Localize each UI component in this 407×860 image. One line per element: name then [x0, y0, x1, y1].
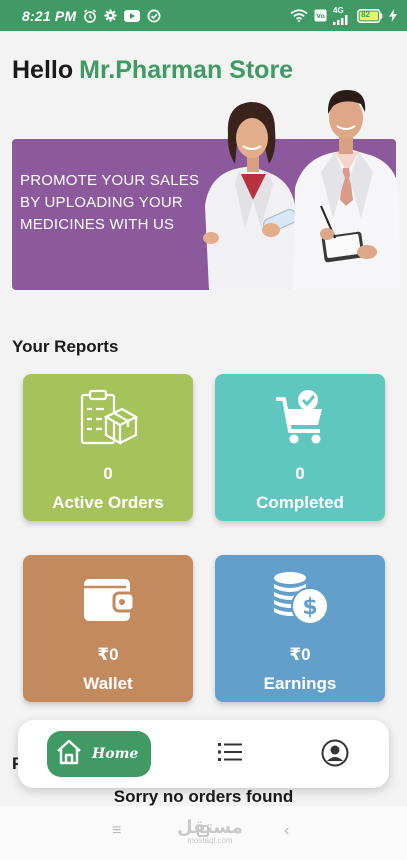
cart-check-icon	[274, 388, 326, 448]
earnings-card[interactable]: $ ₹0 Earnings	[215, 555, 385, 702]
promo-line-1: PROMOTE YOUR SALES	[20, 172, 200, 189]
earnings-label: Earnings	[263, 674, 337, 693]
status-bar: 8:21 PM Vo 4G 82	[0, 0, 407, 31]
signal-icon: 4G	[333, 5, 351, 25]
svg-text:$: $	[302, 595, 317, 620]
back-icon[interactable]: ‹	[284, 822, 289, 840]
volte-icon: Vo	[314, 9, 327, 22]
promo-banner-text: PROMOTE YOUR SALES BY UPLOADING YOUR MED…	[20, 170, 220, 236]
nav-home-button[interactable]: Home	[47, 731, 151, 777]
promo-line-3: MEDICINES WITH US	[20, 216, 175, 233]
battery-level: 82	[361, 10, 370, 19]
greeting-heading: Hello Mr.Pharman Store	[12, 56, 293, 85]
watermark: مستقل mostaql.com	[177, 818, 243, 846]
reports-title: Your Reports	[12, 337, 119, 356]
earnings-value: ₹0	[289, 645, 311, 664]
charging-icon	[389, 9, 397, 22]
alarm-icon	[83, 8, 97, 23]
clipboard-box-icon	[78, 388, 138, 448]
pharmacists-illustration	[203, 90, 400, 290]
home-icon	[56, 739, 82, 770]
gear-icon	[104, 9, 117, 22]
coins-dollar-icon: $	[270, 569, 330, 629]
empty-orders-message: Sorry no orders found	[113, 787, 294, 806]
app-screen: 8:21 PM Vo 4G 82 Hello Mr.Pharman Store …	[0, 0, 407, 860]
watermark-sub: mostaql.com	[187, 836, 233, 845]
data-saver-icon	[147, 9, 161, 23]
wallet-icon	[82, 569, 134, 629]
menu-icon[interactable]: ≡	[112, 822, 121, 840]
man-pharmacist	[293, 90, 400, 290]
greeting-text: Hello	[12, 56, 74, 84]
completed-value: 0	[295, 464, 305, 483]
youtube-icon	[124, 9, 141, 22]
wifi-icon	[290, 9, 308, 22]
network-type-label: 4G	[333, 5, 344, 15]
list-icon	[218, 743, 242, 766]
status-time: 8:21 PM	[22, 7, 77, 24]
watermark-main: مستقل	[177, 817, 243, 837]
nav-home-label: Home	[92, 746, 139, 762]
promo-line-2: BY UPLOADING YOUR	[20, 194, 183, 211]
bottom-nav: Home	[18, 720, 389, 788]
active-orders-card[interactable]: 0 Active Orders	[23, 374, 193, 521]
wallet-card[interactable]: ₹0 Wallet	[23, 555, 193, 702]
woman-pharmacist	[203, 102, 297, 290]
system-nav-bar: ≡ مستقل mostaql.com ‹	[0, 806, 407, 860]
active-orders-value: 0	[103, 464, 113, 483]
profile-icon	[321, 739, 349, 771]
nav-profile-button[interactable]	[321, 739, 349, 772]
store-name: Mr.Pharman Store	[79, 56, 294, 84]
nav-list-button[interactable]	[218, 742, 242, 767]
wallet-value: ₹0	[97, 645, 119, 664]
active-orders-label: Active Orders	[52, 493, 164, 512]
wallet-label: Wallet	[83, 674, 133, 693]
svg-text:Vo: Vo	[316, 13, 324, 20]
completed-label: Completed	[256, 493, 344, 512]
completed-card[interactable]: 0 Completed	[215, 374, 385, 521]
